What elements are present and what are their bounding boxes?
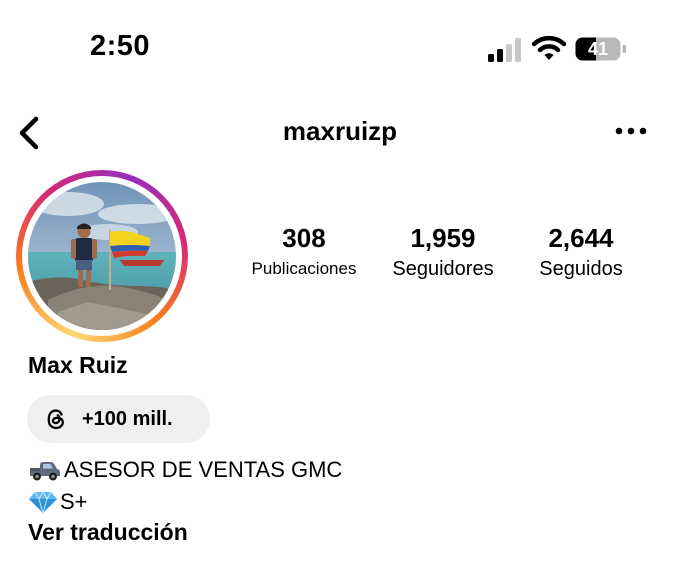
- posts-count-value: 308: [282, 223, 326, 253]
- posts-count-label: Publicaciones: [251, 259, 357, 278]
- bio-line: S+: [28, 489, 88, 515]
- gem-icon: [29, 490, 57, 515]
- more-options-button[interactable]: [612, 120, 650, 142]
- bio-line: ASESOR DE VENTAS GMC: [28, 457, 342, 483]
- status-time: 2:50: [90, 30, 151, 62]
- following-count-label: Seguidos: [539, 258, 623, 280]
- threads-badge-button[interactable]: +100 mill.: [27, 395, 210, 443]
- battery-icon: 41: [575, 37, 627, 61]
- battery-level: 41: [587, 39, 609, 59]
- posts-count[interactable]: 308 Publicaciones: [240, 222, 368, 284]
- pickup-truck-icon: [30, 462, 60, 481]
- profile-username: maxruizp: [282, 116, 398, 146]
- followers-count[interactable]: 1,959 Seguidores: [378, 222, 508, 284]
- threads-followers-count: +100 mill.: [82, 407, 173, 430]
- avatar-photo-beach: [28, 182, 176, 330]
- story-ring[interactable]: [16, 170, 188, 342]
- threads-icon: [47, 409, 64, 430]
- wifi-icon: [532, 35, 566, 60]
- bio-text: S+: [60, 489, 88, 514]
- see-translation-link[interactable]: Ver traducción: [28, 519, 188, 546]
- bio-text: ASESOR DE VENTAS GMC: [64, 457, 343, 482]
- followers-count-value: 1,959: [410, 223, 476, 253]
- followers-count-label: Seguidores: [392, 258, 494, 280]
- following-count-value: 2,644: [548, 223, 614, 253]
- following-count[interactable]: 2,644 Seguidos: [518, 222, 644, 284]
- display-name: Max Ruiz: [28, 352, 128, 378]
- cellular-signal-icon: [488, 38, 521, 62]
- avatar: [28, 182, 176, 330]
